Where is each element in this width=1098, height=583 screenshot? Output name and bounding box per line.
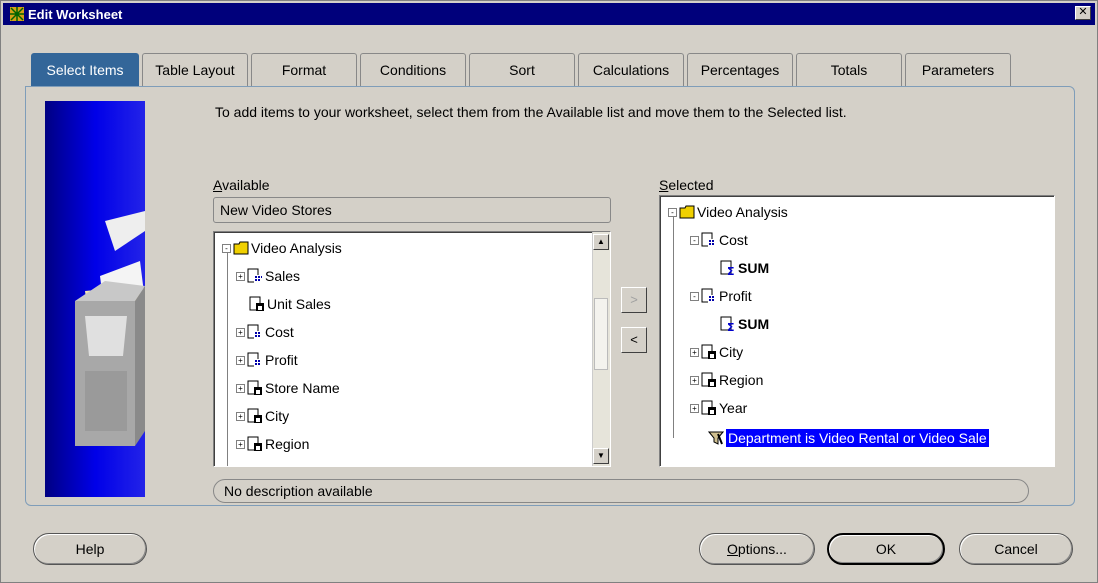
svg-text:Σ: Σ xyxy=(727,321,735,332)
scroll-up-button[interactable]: ▲ xyxy=(593,234,609,250)
tree-item[interactable]: Department is Video Rental or Video Sale xyxy=(708,426,989,450)
tab-conditions[interactable]: Conditions xyxy=(360,53,466,87)
tree-item[interactable]: Σ SUM xyxy=(720,312,769,336)
tab-calculations[interactable]: Calculations xyxy=(578,53,684,87)
expand-icon[interactable]: + xyxy=(236,383,245,393)
cancel-button[interactable]: Cancel xyxy=(959,533,1073,565)
expand-icon[interactable]: + xyxy=(236,439,245,449)
tab-label: Parameters xyxy=(921,62,995,78)
scroll-down-button[interactable]: ▼ xyxy=(593,448,609,464)
close-button[interactable]: ✕ xyxy=(1075,6,1091,20)
expand-icon[interactable]: + xyxy=(236,271,245,281)
tab-totals[interactable]: Totals xyxy=(796,53,902,87)
title-bar[interactable]: Edit Worksheet ✕ xyxy=(3,3,1095,25)
options-button[interactable]: Options... xyxy=(699,533,815,565)
tab-label: Table Layout xyxy=(155,62,235,78)
tree-item[interactable]: - Video Analysis xyxy=(668,200,788,224)
sum-icon: Σ xyxy=(720,260,735,276)
expand-icon[interactable]: + xyxy=(690,403,699,413)
tab-parameters[interactable]: Parameters xyxy=(905,53,1011,87)
ok-button[interactable]: OK xyxy=(827,533,945,565)
tree-item[interactable]: + Cost xyxy=(236,320,294,344)
available-items-tree[interactable]: - Video Analysis + Sales Unit Sales + Co… xyxy=(213,231,611,467)
tab-label: Select Items xyxy=(46,62,124,78)
tab-percentages[interactable]: Percentages xyxy=(687,53,793,87)
discoverer-app-icon xyxy=(10,7,24,21)
measure-icon xyxy=(701,288,716,303)
folder-icon xyxy=(679,205,695,219)
tab-sort[interactable]: Sort xyxy=(469,53,575,87)
tree-item[interactable]: + Region xyxy=(236,432,309,456)
svg-text:Σ: Σ xyxy=(727,265,735,276)
available-label: Available xyxy=(213,177,270,193)
expand-icon[interactable]: + xyxy=(236,355,245,365)
measure-icon xyxy=(247,324,262,339)
item-icon xyxy=(247,408,262,423)
tree-item[interactable]: - Video Analysis xyxy=(222,236,342,260)
tree-item[interactable]: - Profit xyxy=(690,284,752,308)
selected-items-tree[interactable]: - Video Analysis - Cost Σ SUM - Profit Σ… xyxy=(659,195,1055,467)
window-title: Edit Worksheet xyxy=(28,6,123,22)
item-icon xyxy=(247,436,262,451)
selected-label: Selected xyxy=(659,177,714,193)
tree-item[interactable]: + Store Name xyxy=(236,376,340,400)
scroll-thumb[interactable] xyxy=(594,298,608,370)
tab-label: Totals xyxy=(830,62,868,78)
expand-icon[interactable]: + xyxy=(690,375,699,385)
tree-item[interactable]: Σ SUM xyxy=(720,256,769,280)
expand-icon[interactable]: - xyxy=(222,243,231,253)
tab-label: Percentages xyxy=(700,62,780,78)
tab-label: Calculations xyxy=(592,62,670,78)
description-field: No description available xyxy=(213,479,1029,503)
chevron-right-icon: > xyxy=(630,292,638,307)
measure-icon xyxy=(701,232,716,247)
measure-icon xyxy=(247,268,262,283)
available-scrollbar[interactable]: ▲ ▼ xyxy=(592,232,610,466)
business-area-selector[interactable]: New Video Stores xyxy=(213,197,611,223)
expand-icon[interactable]: + xyxy=(690,347,699,357)
item-icon xyxy=(249,296,264,311)
tree-item[interactable]: + Sales xyxy=(236,264,300,288)
instructions-text: To add items to your worksheet, select t… xyxy=(215,104,847,120)
item-icon xyxy=(701,344,716,359)
expand-icon[interactable]: + xyxy=(236,327,245,337)
tree-item[interactable]: Unit Sales xyxy=(249,292,331,316)
tab-label: Conditions xyxy=(379,62,447,78)
tree-item[interactable]: + Profit xyxy=(236,348,298,372)
item-icon xyxy=(701,400,716,415)
collapse-icon[interactable]: - xyxy=(668,207,677,217)
collapse-icon[interactable]: - xyxy=(690,235,699,245)
tree-item[interactable]: + Year xyxy=(690,396,747,420)
tab-label: Sort xyxy=(509,62,535,78)
tree-item[interactable]: + City xyxy=(690,340,743,364)
tab-table-layout[interactable]: Table Layout xyxy=(142,53,248,87)
filter-icon xyxy=(708,431,724,445)
item-icon xyxy=(247,380,262,395)
chevron-left-icon: < xyxy=(630,332,638,347)
tree-item[interactable]: - Cost xyxy=(690,228,748,252)
tab-format[interactable]: Format xyxy=(251,53,357,87)
tree-item[interactable]: + Region xyxy=(690,368,763,392)
tab-label: Format xyxy=(281,62,327,78)
collapse-icon[interactable]: - xyxy=(690,291,699,301)
edit-worksheet-dialog: Edit Worksheet ✕ Select Items Table Layo… xyxy=(0,0,1098,583)
item-icon xyxy=(701,372,716,387)
file-cabinet-illustration xyxy=(45,101,145,497)
help-button[interactable]: Help xyxy=(33,533,147,565)
add-item-button[interactable]: > xyxy=(621,287,647,313)
tab-select-items[interactable]: Select Items xyxy=(31,53,139,88)
folder-icon xyxy=(233,241,249,255)
remove-item-button[interactable]: < xyxy=(621,327,647,353)
expand-icon[interactable]: + xyxy=(236,411,245,421)
sum-icon: Σ xyxy=(720,316,735,332)
measure-icon xyxy=(247,352,262,367)
tree-item[interactable]: + City xyxy=(236,404,289,428)
close-icon: ✕ xyxy=(1078,6,1088,18)
